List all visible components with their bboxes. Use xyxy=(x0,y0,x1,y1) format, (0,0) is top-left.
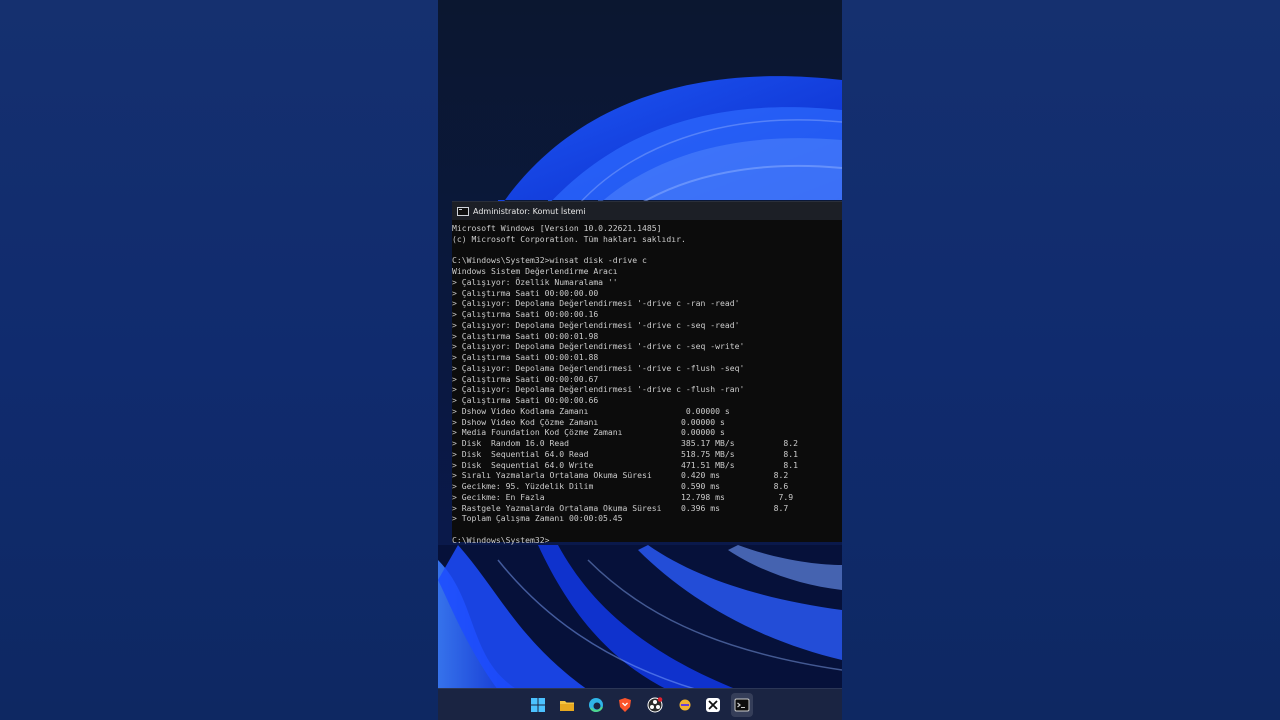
terminal-line: > Çalışıyor: Depolama Değerlendirmesi '-… xyxy=(452,384,745,395)
terminal-line: C:\Windows\System32>winsat disk -drive c xyxy=(452,255,647,266)
terminal-line: > Çalıştırma Saati 00:00:01.98 xyxy=(452,330,599,341)
terminal-titlebar[interactable]: Administrator: Komut İstemi xyxy=(452,202,842,220)
terminal-line: > Çalışıyor: Depolama Değerlendirmesi '-… xyxy=(452,341,745,352)
terminal-line: > Media Foundation Kod Çözme Zamanı 0.00… xyxy=(452,427,725,438)
terminal-line: > Toplam Çalışma Zamanı 00:00:05.45 xyxy=(452,513,623,524)
terminal-line: (c) Microsoft Corporation. Tüm hakları s… xyxy=(452,233,686,244)
terminal-line: > Dshow Video Kod Çözme Zamanı 0.00000 s xyxy=(452,416,725,427)
command-prompt-icon xyxy=(457,206,469,216)
terminal-icon[interactable] xyxy=(734,697,750,713)
terminal-line: > Disk Sequential 64.0 Read 518.75 MB/s … xyxy=(452,448,798,459)
terminal-line: > Çalışıyor: Özellik Numaralama '' xyxy=(452,276,618,287)
terminal-line: C:\Windows\System32> xyxy=(452,534,550,545)
terminal-line: > Çalışıyor: Depolama Değerlendirmesi '-… xyxy=(452,298,740,309)
terminal-line: > Gecikme: 95. Yüzdelik Dilim 0.590 ms 8… xyxy=(452,481,789,491)
obs-studio-icon[interactable] xyxy=(647,697,663,713)
app-icon[interactable] xyxy=(677,697,693,713)
terminal-line: > Gecikme: En Fazla 12.798 ms 7.9 xyxy=(452,491,794,502)
file-explorer-icon[interactable] xyxy=(559,697,575,713)
terminal-line: > Çalıştırma Saati 00:00:00.00 xyxy=(452,287,599,298)
terminal-line: > Dshow Video Kodlama Zamanı 0.00000 s xyxy=(452,405,730,416)
terminal-line: Microsoft Windows [Version 10.0.22621.14… xyxy=(452,223,662,233)
terminal-line: > Çalıştırma Saati 00:00:00.66 xyxy=(452,395,599,405)
window-title: Administrator: Komut İstemi xyxy=(473,206,586,216)
terminal-line: > Disk Random 16.0 Read 385.17 MB/s 8.2 xyxy=(452,438,798,448)
terminal-line: > Çalıştırma Saati 00:00:00.67 xyxy=(452,373,599,384)
terminal-line: > Rastgele Yazmalarda Ortalama Okuma Sür… xyxy=(452,502,789,513)
terminal-line: > Disk Sequential 64.0 Write 471.51 MB/s… xyxy=(452,459,798,470)
screen: Administrator: Komut İstemi Microsoft Wi… xyxy=(438,0,842,720)
capcut-icon[interactable] xyxy=(705,697,721,713)
terminal-line: > Çalışıyor: Depolama Değerlendirmesi '-… xyxy=(452,319,740,330)
right-background xyxy=(842,0,1280,720)
terminal-line: > Çalışıyor: Depolama Değerlendirmesi '-… xyxy=(452,362,745,373)
terminal-window[interactable]: Administrator: Komut İstemi Microsoft Wi… xyxy=(452,201,842,545)
terminal-line: Windows Sistem Değerlendirme Aracı xyxy=(452,266,618,276)
windows-start-icon[interactable] xyxy=(530,697,546,713)
left-background xyxy=(0,0,438,720)
terminal-line: > Çalıştırma Saati 00:00:01.88 xyxy=(452,352,599,362)
terminal-line: > Çalıştırma Saati 00:00:00.16 xyxy=(452,309,599,319)
terminal-line: > Sıralı Yazmalarla Ortalama Okuma Süres… xyxy=(452,470,789,481)
terminal-output[interactable]: Microsoft Windows [Version 10.0.22621.14… xyxy=(452,220,842,546)
edge-browser-icon[interactable] xyxy=(588,697,604,713)
taskbar xyxy=(438,688,842,720)
brave-browser-icon[interactable] xyxy=(617,697,633,713)
